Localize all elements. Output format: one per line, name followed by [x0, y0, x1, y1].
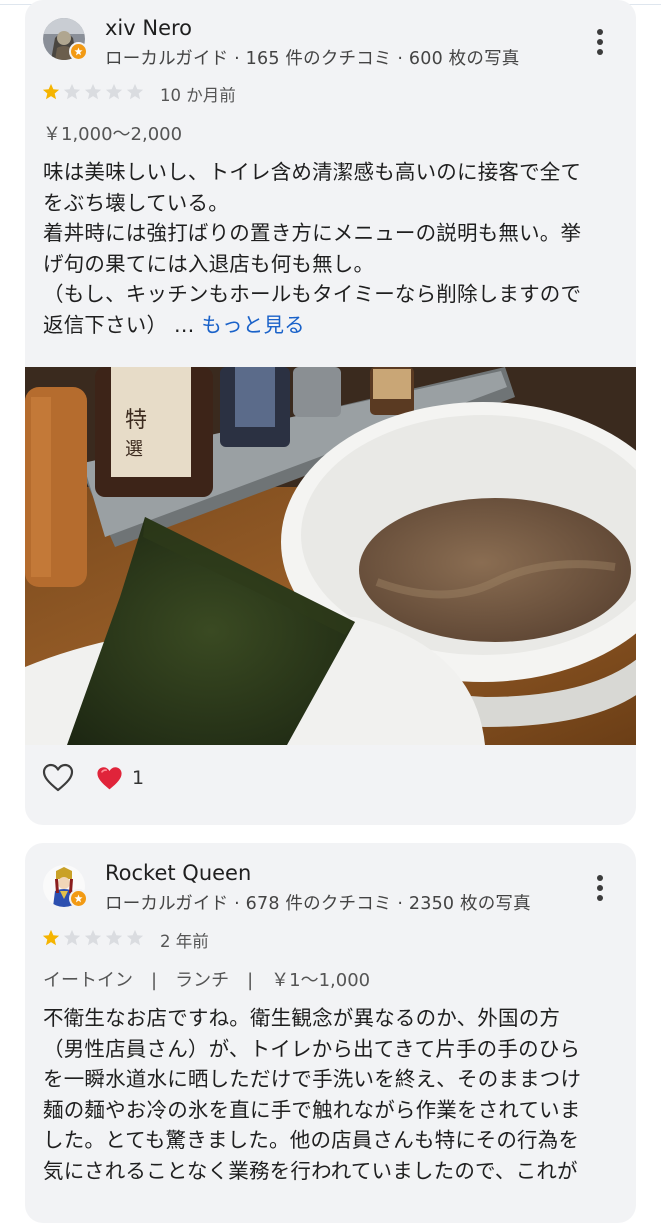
- avatar[interactable]: [43, 865, 88, 908]
- read-more-link[interactable]: もっと見る: [201, 313, 305, 337]
- tsukemen-photo-icon: 特 選: [25, 367, 636, 745]
- review-text: 味は美味しいし、トイレ含め清潔感も高いのに接客で全て をぶち壊している。 着丼時…: [43, 157, 618, 340]
- star-empty-icon: [105, 929, 123, 946]
- local-guide-badge-icon: [69, 42, 88, 61]
- review-photo[interactable]: 特 選: [25, 367, 636, 745]
- star-rating: [42, 83, 144, 101]
- star-empty-icon: [84, 83, 102, 100]
- star-filled-icon: [42, 929, 60, 946]
- star-rating: [42, 929, 144, 947]
- avatar[interactable]: [43, 18, 88, 61]
- like-outline-icon[interactable]: [42, 763, 74, 793]
- review-card: xiv Nero ローカルガイド · 165 件のクチコミ · 600 枚の写真…: [25, 0, 636, 825]
- star-filled-icon: [42, 83, 60, 100]
- star-empty-icon: [126, 83, 144, 100]
- review-date: 10 か月前: [160, 86, 236, 105]
- reactions-row: 1: [42, 763, 144, 793]
- star-empty-icon: [126, 929, 144, 946]
- review-body: 味は美味しいし、トイレ含め清潔感も高いのに接客で全て をぶち壊している。 着丼時…: [43, 160, 582, 337]
- author-meta: ローカルガイド · 678 件のクチコミ · 2350 枚の写真: [105, 894, 531, 914]
- heart-reaction-icon[interactable]: [96, 766, 123, 791]
- review-date: 2 年前: [160, 932, 209, 951]
- more-options-icon[interactable]: [590, 27, 610, 57]
- svg-text:特: 特: [125, 408, 147, 433]
- visit-tags: イートイン | ランチ | ￥1～1,000: [43, 970, 371, 991]
- author-name[interactable]: xiv Nero: [105, 16, 192, 40]
- svg-text:選: 選: [125, 439, 143, 460]
- star-empty-icon: [84, 929, 102, 946]
- local-guide-badge-icon: [69, 889, 88, 908]
- review-text: 不衛生なお店ですね。衛生観念が異なるのか、外国の方 （男性店員さん）が、トイレか…: [43, 1006, 582, 1183]
- review-card: Rocket Queen ローカルガイド · 678 件のクチコミ · 2350…: [25, 843, 636, 1223]
- author-meta: ローカルガイド · 165 件のクチコミ · 600 枚の写真: [105, 49, 520, 69]
- ellipsis: …: [167, 312, 202, 337]
- star-empty-icon: [63, 83, 81, 100]
- author-name[interactable]: Rocket Queen: [105, 861, 251, 885]
- more-options-icon[interactable]: [590, 873, 610, 903]
- star-empty-icon: [63, 929, 81, 946]
- price-range: ￥1,000～2,000: [43, 124, 183, 145]
- star-empty-icon: [105, 83, 123, 100]
- reaction-count: 1: [132, 767, 145, 789]
